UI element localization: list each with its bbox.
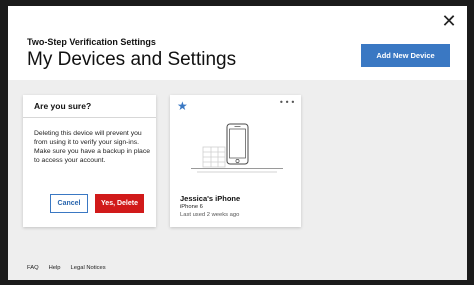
star-icon[interactable]: ★ — [177, 100, 189, 112]
close-icon[interactable]: ✕ — [440, 13, 458, 31]
page-title: My Devices and Settings — [27, 49, 237, 70]
device-model: iPhone 6 — [180, 204, 203, 210]
device-settings-modal: ✕ Two-Step Verification Settings My Devi… — [8, 6, 467, 280]
cancel-button[interactable]: Cancel — [50, 194, 88, 213]
more-options-icon[interactable]: ••• — [279, 98, 295, 108]
phone-icon — [191, 123, 283, 173]
content-area: Are you sure? Deleting this device will … — [8, 80, 467, 280]
device-card[interactable]: ★ ••• Jessica's iPhone iPhone 6 Last use… — [170, 95, 301, 227]
footer-links: FAQ Help Legal Notices — [27, 265, 106, 271]
footer-link-help[interactable]: Help — [49, 265, 61, 271]
add-new-device-button[interactable]: Add New Device — [361, 44, 450, 67]
confirm-heading: Are you sure? — [23, 95, 156, 118]
footer-link-legal-notices[interactable]: Legal Notices — [71, 265, 106, 271]
modal-header: ✕ Two-Step Verification Settings My Devi… — [8, 6, 467, 80]
yes-delete-button[interactable]: Yes, Delete — [95, 194, 144, 213]
page-subtitle: Two-Step Verification Settings — [27, 37, 156, 47]
confirm-message: Deleting this device will prevent you fr… — [34, 130, 150, 164]
delete-confirmation-card: Are you sure? Deleting this device will … — [23, 95, 156, 227]
footer-link-faq[interactable]: FAQ — [27, 265, 39, 271]
device-last-used: Last used 2 weeks ago — [180, 212, 240, 218]
device-name: Jessica's iPhone — [180, 194, 241, 203]
